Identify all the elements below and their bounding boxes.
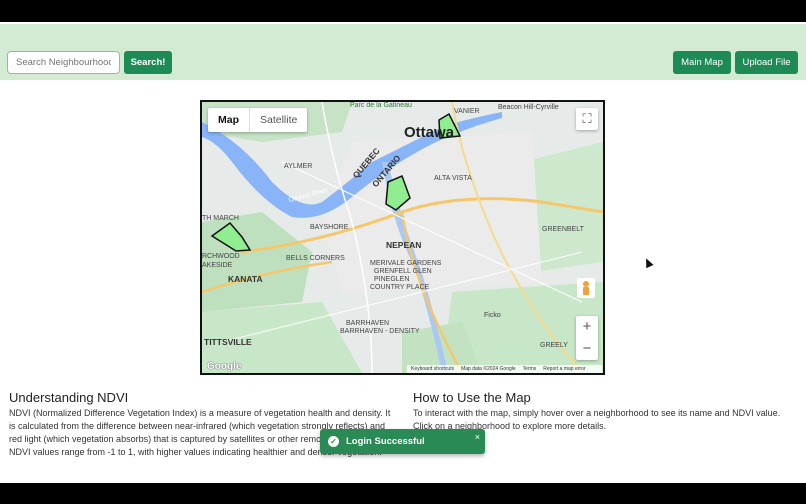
map-label-alta-vista: ALTA VISTA <box>434 175 472 182</box>
map-label-march: TH MARCH <box>202 215 239 222</box>
map-type-satellite-button[interactable]: Satellite <box>250 108 307 132</box>
map-attribution: Keyboard shortcuts Map data ©2024 Google… <box>407 365 602 373</box>
map-label-nepean: NEPEAN <box>386 240 422 250</box>
map-label-rchwood: RCHWOOD <box>202 253 240 260</box>
map-label-vanier: VANIER <box>454 108 480 115</box>
terms-link[interactable]: Terms <box>523 366 537 372</box>
map-label-greely: GREELY <box>540 342 568 349</box>
fullscreen-icon[interactable]: ⛶ <box>576 108 598 130</box>
map-label-greenbelt: GREENBELT <box>542 226 584 233</box>
map-label-kanata: KANATA <box>228 274 263 284</box>
map-label-bayshore: BAYSHORE <box>310 224 349 231</box>
navbar: Search! Main Map Upload File <box>0 24 806 80</box>
mouse-cursor-icon <box>642 256 654 269</box>
ndvi-title: Understanding NDVI <box>9 390 129 405</box>
map-view[interactable]: Map Satellite ⛶ + − Ottawa VANIER Beacon… <box>200 100 605 375</box>
check-icon: ✓ <box>328 436 339 447</box>
map-label-barrhaven: BARRHAVEN <box>346 320 390 327</box>
map-label-parc: Parc de la Gatineau <box>350 102 412 109</box>
upload-file-button[interactable]: Upload File <box>735 51 798 74</box>
main-map-button[interactable]: Main Map <box>673 51 731 74</box>
login-toast: ✓ Login Successful × <box>320 429 485 454</box>
map-label-stittsville: TITTSVILLE <box>204 337 252 347</box>
keyboard-shortcuts-link[interactable]: Keyboard shortcuts <box>411 366 454 372</box>
google-logo: Google <box>207 361 242 372</box>
close-icon[interactable]: × <box>475 432 480 442</box>
zoom-control: + − <box>576 316 598 360</box>
map-label-barrhaven-density: BARRHAVEN - DENSITY <box>340 328 420 335</box>
map-label-akeside: AKESIDE <box>202 262 233 269</box>
toast-message: Login Successful <box>346 436 425 447</box>
map-label-pineglen: PINEGLEN <box>374 276 410 283</box>
map-data-text: Map data ©2024 Google <box>461 366 516 372</box>
app-window: Search! Main Map Upload File <box>0 22 806 483</box>
map-label-ficko: Ficko <box>484 312 501 319</box>
map-label-ottawa: Ottawa <box>404 124 455 141</box>
search-button[interactable]: Search! <box>124 51 172 74</box>
zoom-in-button[interactable]: + <box>583 316 592 338</box>
zoom-out-button[interactable]: − <box>583 338 592 360</box>
howto-title: How to Use the Map <box>413 390 531 405</box>
map-label-merivale: MERIVALE GARDENS <box>370 260 442 267</box>
map-label-aylmer: AYLMER <box>284 163 313 170</box>
map-type-map-button[interactable]: Map <box>208 108 250 132</box>
map-label-grenfell: GRENFELL GLEN <box>374 268 432 275</box>
report-error-link[interactable]: Report a map error <box>543 366 585 372</box>
map-label-bells-corners: BELLS CORNERS <box>286 255 345 262</box>
map-type-control: Map Satellite <box>208 108 308 132</box>
map-label-beacon: Beacon Hill-Cyrville <box>498 104 559 111</box>
map-label-country-place: COUNTRY PLACE <box>370 284 430 291</box>
search-input[interactable] <box>7 51 120 74</box>
